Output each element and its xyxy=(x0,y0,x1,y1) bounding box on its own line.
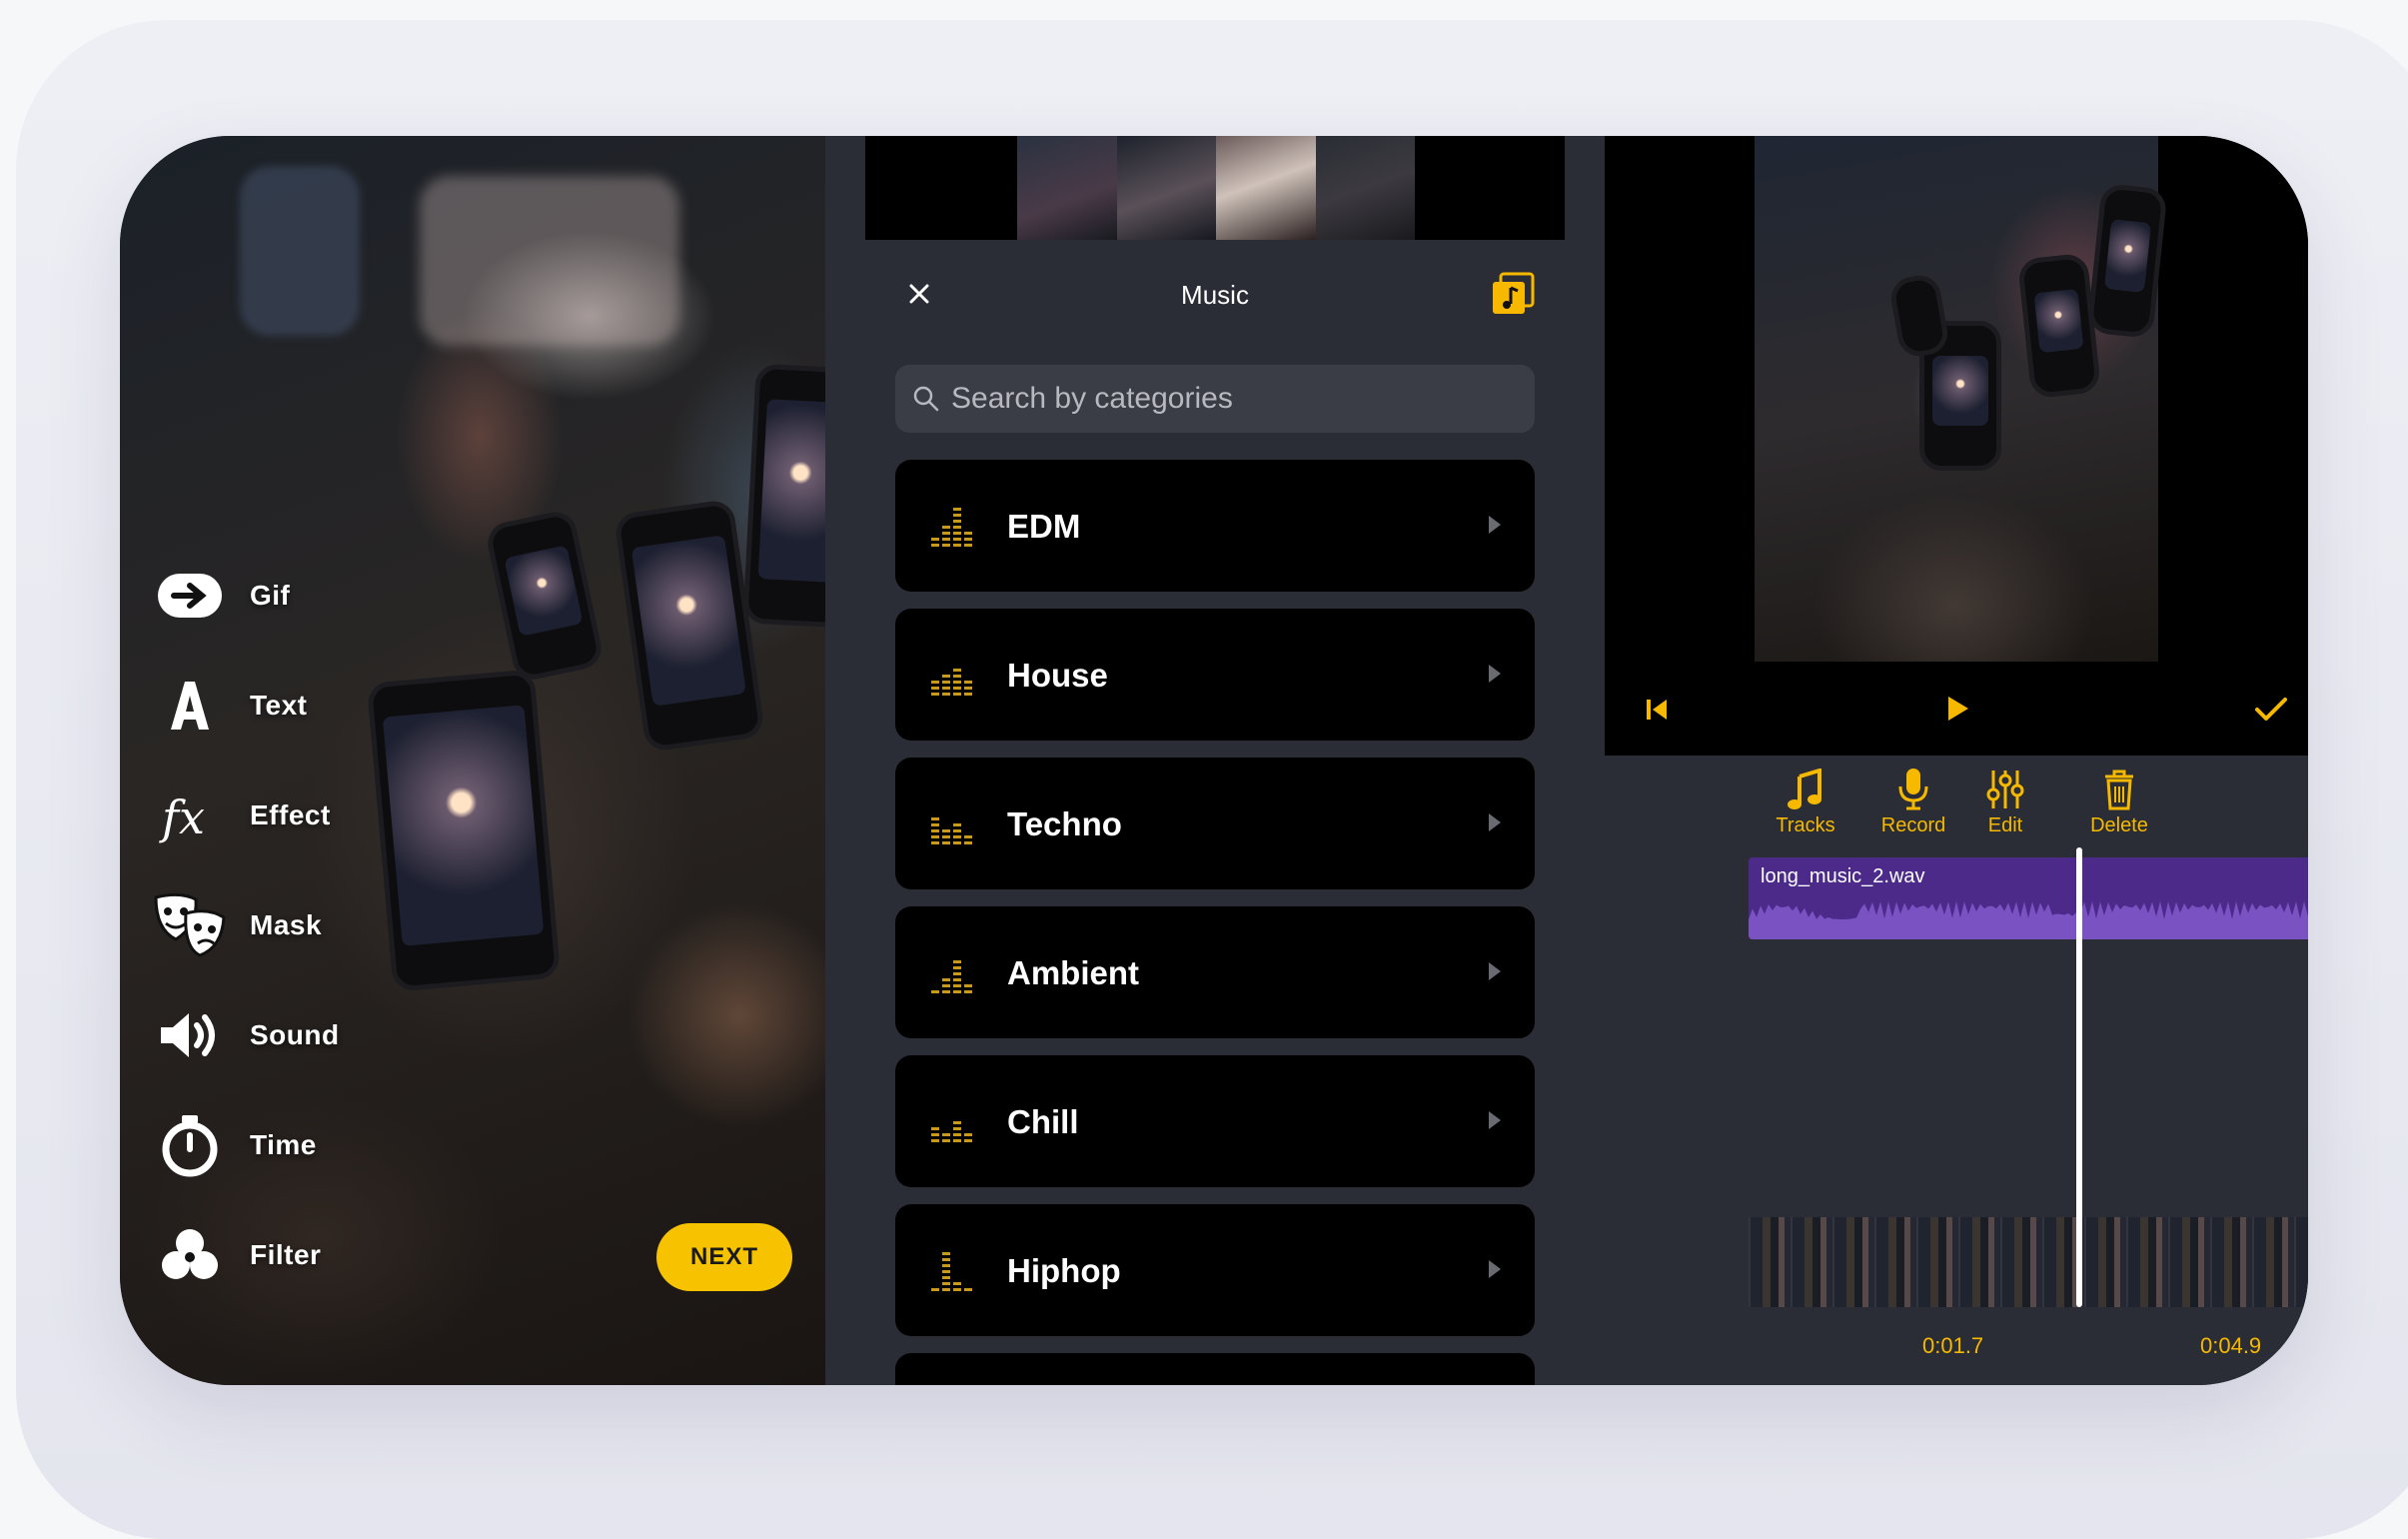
waveform xyxy=(1749,901,2308,939)
equalizer-icon xyxy=(929,504,977,550)
toolbar-delete[interactable]: Delete xyxy=(2064,761,2174,837)
tool-label: Filter xyxy=(250,1239,322,1270)
trash-icon xyxy=(2064,761,2174,810)
chevron-right-icon xyxy=(1489,1111,1501,1129)
tool-label: Time xyxy=(250,1129,317,1160)
video-thumbnail xyxy=(1315,136,1415,240)
tool-label: Effect xyxy=(250,799,331,830)
phone-silhouette xyxy=(612,498,766,754)
category-row[interactable]: Chill xyxy=(895,1055,1535,1187)
category-label: Techno xyxy=(1007,805,1122,842)
category-label: Hiphop xyxy=(1007,1252,1121,1289)
category-row[interactable]: Hiphop xyxy=(895,1204,1535,1336)
mask-icon xyxy=(150,885,230,965)
tool-label: Text xyxy=(250,690,308,721)
video-filmstrip[interactable] xyxy=(1749,1217,2308,1307)
category-label: Ambient xyxy=(1007,954,1139,991)
category-label: Chill xyxy=(1007,1103,1079,1140)
background-screen xyxy=(420,176,679,346)
tool-sound[interactable]: Sound xyxy=(150,995,410,1075)
stopwatch-icon xyxy=(150,1105,230,1185)
playhead[interactable] xyxy=(2076,847,2082,1307)
tool-mask[interactable]: Mask xyxy=(150,885,410,965)
phone-silhouette xyxy=(2016,252,2102,400)
video-preview-area xyxy=(1605,136,2308,756)
skip-back-icon[interactable] xyxy=(1643,696,1671,729)
category-row[interactable]: House xyxy=(895,609,1535,741)
current-time: 0:01.7 xyxy=(1922,1333,1984,1358)
equalizer-icon xyxy=(929,653,977,699)
category-row[interactable] xyxy=(895,1353,1535,1385)
audio-track[interactable]: long_music_2.wav xyxy=(1749,857,2308,939)
checkmark-icon[interactable] xyxy=(2254,696,2288,729)
audio-editor-panel: Tracks Record Edit Delete long_music_2.w… xyxy=(1605,136,2308,1385)
video-thumbnail xyxy=(1116,136,1216,240)
phone-silhouette xyxy=(1887,272,1951,360)
tool-label: Gif xyxy=(250,580,291,611)
tool-filter[interactable]: Filter xyxy=(150,1215,410,1295)
tool-time[interactable]: Time xyxy=(150,1105,410,1185)
tool-text[interactable]: Text xyxy=(150,666,410,746)
video-thumbnail xyxy=(1017,136,1117,240)
equalizer-icon xyxy=(929,1099,977,1145)
chevron-right-icon xyxy=(1489,1260,1501,1278)
svg-text:fx: fx xyxy=(159,790,205,844)
background-screen xyxy=(240,166,360,336)
chevron-right-icon xyxy=(1489,665,1501,683)
equalizer-icon xyxy=(929,950,977,996)
fx-icon: fx xyxy=(150,775,230,855)
music-header: Music xyxy=(865,240,1565,348)
total-time: 0:04.9 xyxy=(2200,1333,2262,1358)
search-bar[interactable] xyxy=(895,365,1535,433)
music-panel: Music EDM House xyxy=(865,136,1565,1385)
chevron-right-icon xyxy=(1489,962,1501,980)
tool-effect[interactable]: fx Effect xyxy=(150,775,410,855)
track-filename: long_music_2.wav xyxy=(1761,865,1925,887)
category-row[interactable]: Ambient xyxy=(895,906,1535,1038)
search-input[interactable] xyxy=(949,381,1513,417)
video-preview xyxy=(1755,136,2168,662)
filter-icon xyxy=(150,1215,230,1295)
category-label: EDM xyxy=(1007,508,1081,545)
video-thumbnail xyxy=(1216,136,1316,240)
phone-silhouette xyxy=(742,363,825,629)
category-label: House xyxy=(1007,657,1108,694)
music-note-icon xyxy=(1751,761,1860,810)
equalizer-icon xyxy=(929,801,977,847)
phone-silhouette xyxy=(484,508,605,684)
next-button[interactable]: NEXT xyxy=(656,1223,792,1291)
toolbar-label: Tracks xyxy=(1776,814,1835,836)
equalizer-icon xyxy=(929,1248,977,1294)
editor-preview-panel: Gif Text fx Effect Mask Sound Time Filte… xyxy=(120,136,825,1385)
text-icon xyxy=(150,666,230,746)
play-icon[interactable] xyxy=(1944,694,1972,729)
toolbar-label: Edit xyxy=(1987,814,2023,836)
toolbar-tracks[interactable]: Tracks xyxy=(1751,761,1860,837)
phone-silhouette xyxy=(2086,182,2168,340)
sliders-icon xyxy=(1950,761,2060,810)
category-row[interactable]: EDM xyxy=(895,460,1535,592)
gif-icon xyxy=(150,556,230,636)
music-title: Music xyxy=(1181,280,1249,310)
search-icon xyxy=(911,384,941,414)
app-showcase: Gif Text fx Effect Mask Sound Time Filte… xyxy=(120,136,2308,1385)
music-library-icon[interactable] xyxy=(1491,272,1535,316)
tool-label: Mask xyxy=(250,909,323,940)
toolbar-label: Delete xyxy=(2090,814,2148,836)
tool-gif[interactable]: Gif xyxy=(150,556,410,636)
chevron-right-icon xyxy=(1489,516,1501,534)
category-row[interactable]: Techno xyxy=(895,758,1535,889)
speaker-icon xyxy=(150,995,230,1075)
chevron-right-icon xyxy=(1489,813,1501,831)
video-strip xyxy=(865,136,1565,240)
tool-label: Sound xyxy=(250,1019,340,1050)
toolbar-edit[interactable]: Edit xyxy=(1950,761,2060,837)
